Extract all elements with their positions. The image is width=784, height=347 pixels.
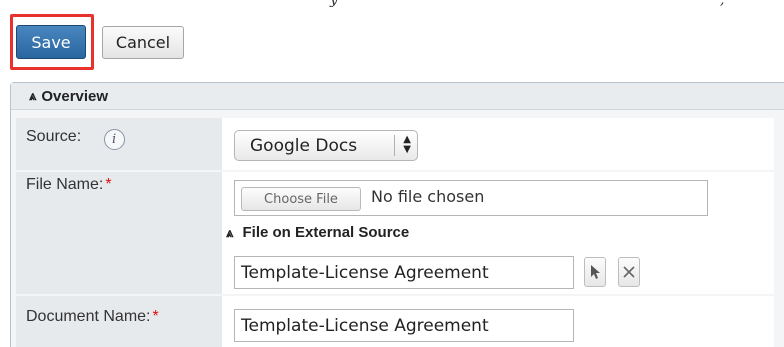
cropped-text-fragment: , (720, 0, 725, 8)
close-x-icon[interactable] (618, 257, 640, 287)
collapse-chevron-icon[interactable]: ⩓ (226, 225, 233, 240)
select-arrows-icon: ▲ ▼ (403, 134, 411, 155)
file-name-label: File Name: (26, 176, 104, 193)
document-name-label: Document Name: (26, 308, 151, 325)
cropped-text-strip: y , (0, 0, 784, 12)
file-input: Choose File No file chosen (234, 180, 708, 216)
document-name-label-cell: Document Name: * (16, 296, 222, 347)
source-label: Source: (26, 128, 82, 145)
required-marker: * (152, 308, 159, 325)
info-icon[interactable]: i (103, 129, 125, 150)
cropped-text-fragment: y (330, 0, 338, 8)
external-source-input[interactable]: Template-License Agreement (234, 256, 574, 289)
overview-title: Overview (41, 87, 109, 105)
source-select[interactable]: Google Docs ▲ ▼ (234, 130, 418, 161)
external-source-title: File on External Source (242, 224, 410, 241)
external-source-header[interactable]: ⩓ File on External Source (226, 224, 409, 241)
file-name-label-cell: File Name: * (16, 172, 222, 294)
save-button[interactable]: Save (16, 25, 86, 59)
collapse-chevron-icon[interactable]: ⩓ (29, 88, 36, 104)
required-marker: * (105, 176, 112, 193)
source-select-value: Google Docs (250, 135, 358, 156)
source-label-cell: Source: i (16, 118, 222, 170)
overview-panel-header[interactable]: ⩓ Overview (11, 83, 784, 110)
file-status: No file chosen (371, 187, 485, 206)
document-name-input[interactable]: Template-License Agreement (234, 309, 574, 342)
cancel-button[interactable]: Cancel (102, 26, 184, 59)
choose-file-button[interactable]: Choose File (241, 187, 361, 211)
cursor-arrow-icon[interactable] (584, 257, 606, 287)
